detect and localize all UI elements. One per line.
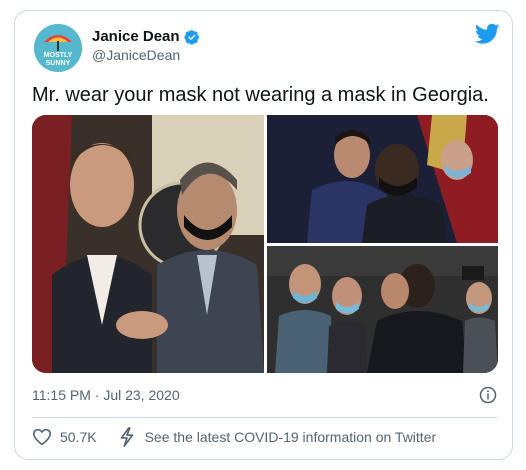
like-count: 50.7K — [60, 429, 97, 445]
lightning-icon — [120, 427, 133, 447]
media-grid — [32, 115, 498, 373]
display-name[interactable]: Janice Dean — [92, 27, 180, 46]
tweet-text: Mr. wear your mask not wearing a mask in… — [32, 84, 489, 106]
photo-3[interactable] — [267, 246, 498, 373]
tweet-card: MOSTLY SUNNY Janice Dean @JaniceDean Mr.… — [14, 10, 513, 460]
divider — [32, 417, 497, 418]
svg-text:MOSTLY: MOSTLY — [44, 52, 73, 59]
photo-2-image — [267, 115, 498, 243]
verified-badge-icon — [183, 29, 199, 45]
info-icon[interactable] — [479, 386, 497, 404]
twitter-bird-icon[interactable] — [475, 23, 500, 45]
covid-info-link[interactable]: See the latest COVID-19 information on T… — [119, 427, 437, 447]
handle[interactable]: @JaniceDean — [92, 46, 200, 65]
display-name-row[interactable]: Janice Dean — [92, 27, 200, 46]
photo-3-image — [267, 246, 498, 373]
avatar-image: MOSTLY SUNNY — [34, 24, 82, 72]
tweet-timestamp[interactable]: 11:15 PM · Jul 23, 2020 — [32, 387, 180, 403]
svg-text:SUNNY: SUNNY — [46, 60, 71, 67]
photo-1-image — [32, 115, 264, 373]
author-block: Janice Dean @JaniceDean — [92, 27, 200, 65]
avatar[interactable]: MOSTLY SUNNY — [34, 24, 82, 72]
heart-icon — [32, 428, 51, 446]
photo-2[interactable] — [267, 115, 498, 243]
photo-1[interactable] — [32, 115, 264, 373]
like-button[interactable]: 50.7K — [32, 428, 97, 446]
tweet-actions: 50.7K See the latest COVID-19 informatio… — [32, 426, 436, 448]
covid-info-label: See the latest COVID-19 information on T… — [144, 429, 437, 445]
